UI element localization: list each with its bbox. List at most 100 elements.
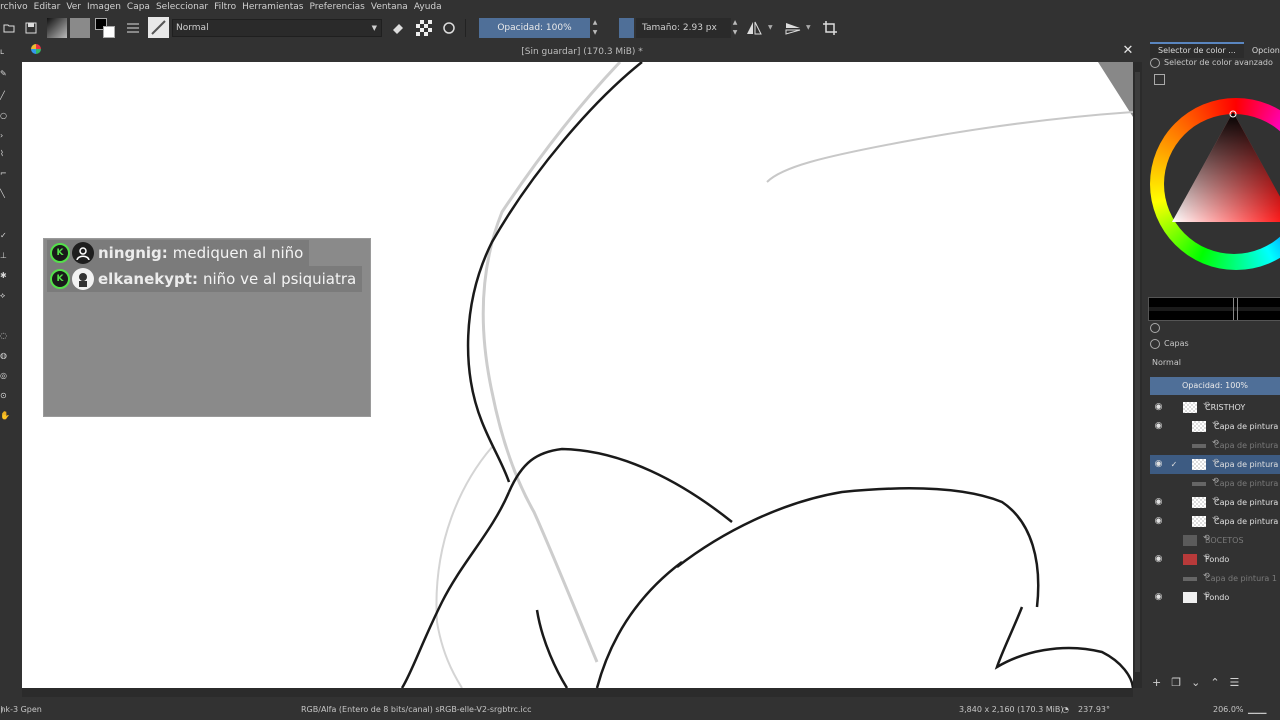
visibility-eye-icon[interactable] (1154, 574, 1163, 583)
layer-check-icon[interactable] (1170, 593, 1178, 602)
open-document-icon[interactable] (0, 19, 18, 37)
mirror-h-options-icon[interactable]: ▼ (768, 19, 776, 37)
layers-blend-select[interactable]: Normal (1150, 356, 1280, 370)
color-history-bar[interactable] (1148, 297, 1280, 321)
tool-text-icon[interactable]: ✎ (0, 70, 8, 78)
size-slider[interactable]: Tamaño: 2.93 px (636, 18, 731, 38)
opacity-slider[interactable]: Opacidad: 100% (479, 18, 590, 38)
tool-eyedropper-icon[interactable]: ╲ (0, 190, 8, 198)
eraser-icon[interactable] (389, 19, 407, 37)
tab-options[interactable]: Opciones (1244, 44, 1280, 58)
menu-herramientas[interactable]: Herramientas (242, 0, 303, 14)
layer-check-icon[interactable] (1170, 422, 1178, 431)
menu-ayuda[interactable]: Ayuda (414, 0, 442, 14)
tool-contiguous-icon[interactable]: ◍ (0, 352, 8, 360)
layer-row[interactable]: ◉ ⟲ Capa de pintura (1150, 512, 1280, 531)
size-spin[interactable]: ▲ ▼ (731, 18, 739, 38)
visibility-eye-icon[interactable] (1154, 536, 1163, 545)
move-down-icon[interactable]: ⌄ (1191, 675, 1200, 690)
add-layer-icon[interactable]: + (1152, 675, 1161, 690)
menu-editar[interactable]: Editar (34, 0, 61, 14)
layer-check-icon[interactable] (1170, 517, 1178, 526)
document-tab-title[interactable]: [Sin guardar] (170.3 MiB) * (22, 42, 1142, 62)
tool-pan-icon[interactable]: ✋ (0, 412, 10, 420)
visibility-eye-icon[interactable] (1154, 441, 1163, 450)
layer-row[interactable]: ⟲ Capa de pintura 1 (1150, 569, 1280, 588)
reload-preset-icon[interactable] (440, 19, 458, 37)
zoom-slider-icon[interactable]: ▁▁▁ (1248, 700, 1266, 720)
visibility-eye-icon[interactable]: ◉ (1154, 555, 1163, 564)
opacity-spin[interactable]: ▲ ▼ (591, 18, 599, 38)
menu-filtro[interactable]: Filtro (214, 0, 236, 14)
mirror-v-options-icon[interactable]: ▼ (806, 19, 814, 37)
tab-color-selector[interactable]: Selector de color ... (1150, 42, 1244, 58)
refresh-icon[interactable] (1150, 323, 1160, 333)
tool-pen-icon[interactable]: ⌇ (0, 150, 8, 158)
tool-fill-icon[interactable]: ⌐ (0, 170, 8, 178)
mirror-horizontal-icon[interactable] (745, 19, 763, 37)
menu-imagen[interactable]: Imagen (87, 0, 121, 14)
status-rotation[interactable]: 237.93° (1078, 700, 1110, 720)
layer-check-icon[interactable] (1170, 555, 1178, 564)
tool-path-select-icon[interactable]: ◎ (0, 372, 8, 380)
layer-check-icon[interactable] (1170, 479, 1178, 488)
tool-measure-icon[interactable]: ✓ (0, 232, 8, 240)
gradient-preset-icon[interactable] (47, 18, 67, 38)
visibility-eye-icon[interactable]: ◉ (1154, 517, 1163, 526)
crop-icon[interactable] (821, 19, 839, 37)
tool-brush-icon[interactable]: ╱ (0, 92, 8, 100)
mirror-vertical-icon[interactable] (784, 19, 802, 37)
visibility-eye-icon[interactable]: ◉ (1154, 460, 1163, 469)
color-settings-icon[interactable] (1154, 74, 1165, 85)
tool-move-icon[interactable]: ⟡ (0, 292, 8, 300)
brush-settings-icon[interactable] (124, 19, 142, 37)
tool-assistant-icon[interactable]: ⊥ (0, 252, 8, 260)
menu-archivo[interactable]: Archivo (0, 0, 28, 14)
vertical-scroll-thumb[interactable] (1135, 72, 1140, 672)
fg-bg-color-icon[interactable] (95, 18, 117, 38)
layer-row[interactable]: ⟲ BOCETOS (1150, 531, 1280, 550)
layer-check-icon[interactable] (1170, 498, 1178, 507)
layer-properties-icon[interactable]: ☰ (1230, 675, 1240, 690)
tool-ellipse-icon[interactable]: ○ (0, 112, 8, 120)
blend-mode-select[interactable]: Normal ▼ (172, 19, 382, 37)
menu-preferencias[interactable]: Preferencias (309, 0, 364, 14)
menu-seleccionar[interactable]: Seleccionar (156, 0, 208, 14)
visibility-eye-icon[interactable]: ◉ (1154, 422, 1163, 431)
menu-ver[interactable]: Ver (66, 0, 81, 14)
color-wheel[interactable] (1148, 98, 1280, 270)
status-color-space[interactable]: RGB/Alfa (Entero de 8 bits/canal) sRGB-e… (301, 700, 532, 720)
docker-menu-icon[interactable] (1150, 57, 1160, 68)
layers-menu-icon[interactable] (1150, 338, 1160, 349)
preserve-alpha-icon[interactable] (416, 20, 432, 36)
close-document-icon[interactable]: ✕ (1121, 44, 1135, 58)
duplicate-layer-icon[interactable]: ❐ (1171, 675, 1181, 690)
layer-check-icon[interactable] (1170, 536, 1178, 545)
saturation-triangle[interactable] (1148, 98, 1280, 270)
canvas-horizontal-scrollbar[interactable] (22, 688, 1133, 697)
pattern-preset-icon[interactable] (70, 18, 90, 38)
tool-transform-icon[interactable]: ✱ (0, 272, 8, 280)
menu-capa[interactable]: Capa (127, 0, 150, 14)
visibility-eye-icon[interactable]: ◉ (1154, 593, 1163, 602)
layer-check-icon[interactable] (1170, 403, 1178, 412)
move-up-icon[interactable]: ⌃ (1210, 675, 1219, 690)
layer-row[interactable]: ◉ ⟲ Fondo (1150, 588, 1280, 607)
visibility-eye-icon[interactable]: ◉ (1154, 403, 1163, 412)
layer-row[interactable]: ◉ ⟲ Fondo (1150, 550, 1280, 569)
visibility-eye-icon[interactable] (1154, 479, 1163, 488)
layer-check-icon[interactable] (1170, 574, 1178, 583)
tool-lasso-icon[interactable]: ◌ (0, 332, 8, 340)
tool-zoom-icon[interactable]: ⊙ (0, 392, 8, 400)
layer-check-icon[interactable]: ✓ (1170, 460, 1178, 469)
tool-select-icon[interactable]: ʟ (0, 48, 8, 56)
layers-opacity-slider[interactable]: Opacidad: 100% (1150, 377, 1280, 395)
menu-ventana[interactable]: Ventana (371, 0, 408, 14)
brush-preset-icon[interactable] (148, 17, 169, 38)
tool-line-icon[interactable]: › (0, 132, 8, 140)
layer-check-icon[interactable] (1170, 441, 1178, 450)
visibility-eye-icon[interactable]: ◉ (1154, 498, 1163, 507)
save-icon[interactable] (22, 19, 40, 37)
status-zoom[interactable]: 206.0% (1213, 700, 1244, 720)
canvas-vertical-scrollbar[interactable] (1133, 62, 1142, 688)
